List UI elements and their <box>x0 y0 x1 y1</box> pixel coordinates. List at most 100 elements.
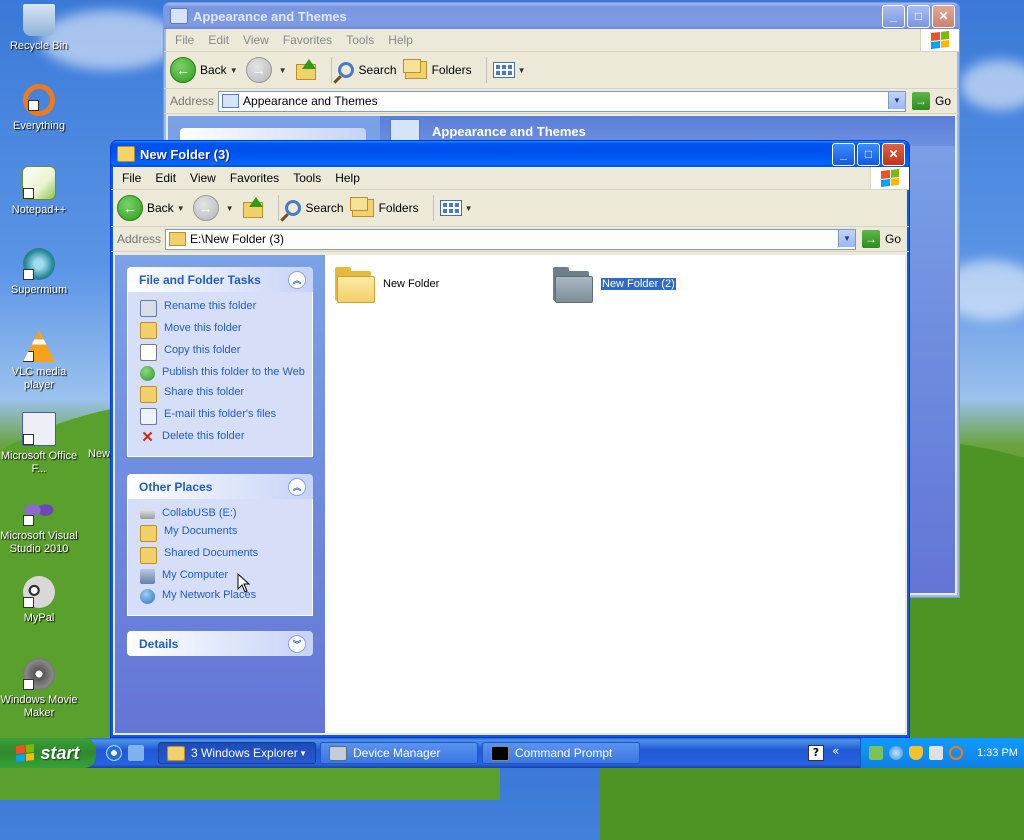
menu-edit[interactable]: Edit <box>201 33 236 47</box>
recycle-bin-shortcut[interactable]: Recycle Bin <box>0 4 78 53</box>
start-button[interactable]: start <box>0 738 96 768</box>
new-folder-3-window[interactable]: New Folder (3) _ □ ✕ File Edit View Favo… <box>110 140 910 738</box>
rename-folder-link[interactable]: Rename this folder <box>140 300 312 317</box>
menu-edit[interactable]: Edit <box>148 171 183 185</box>
my-documents-link[interactable]: My Documents <box>140 525 312 542</box>
publish-folder-link[interactable]: Publish this folder to the Web <box>140 366 312 381</box>
maximize-button[interactable]: □ <box>857 142 880 166</box>
show-desktop-icon[interactable] <box>128 745 144 761</box>
chevron-down-icon[interactable]: ▼ <box>226 204 234 213</box>
panel-header[interactable]: Other Places ︽ <box>127 474 313 499</box>
notepadpp-shortcut[interactable]: Notepad++ <box>0 166 78 217</box>
menu-file[interactable]: File <box>168 33 201 47</box>
share-folder-link[interactable]: Share this folder <box>140 386 312 403</box>
back-button[interactable]: ← Back ▼ <box>170 57 238 83</box>
maximize-button[interactable]: □ <box>907 4 930 28</box>
views-button[interactable]: ▼ <box>439 200 473 216</box>
security-shield-icon[interactable] <box>909 746 923 760</box>
move-folder-link[interactable]: Move this folder <box>140 322 312 339</box>
mypal-raccoon-icon <box>23 576 55 608</box>
back-arrow-icon: ← <box>170 57 196 83</box>
address-label: Address <box>170 94 215 108</box>
chevron-down-icon[interactable]: ▼ <box>279 66 287 75</box>
folders-button[interactable]: Folders <box>402 59 472 79</box>
windows-logo-icon <box>920 29 959 51</box>
toolbar-separator <box>485 57 487 83</box>
go-button[interactable]: → Go <box>911 92 951 110</box>
chevron-down-icon[interactable]: ▼ <box>887 91 905 109</box>
search-button[interactable]: Search <box>284 200 344 216</box>
forward-button[interactable]: → ▼ <box>245 57 287 83</box>
movie-maker-shortcut[interactable]: Windows Movie Maker <box>0 658 78 720</box>
network-globe-icon[interactable] <box>889 746 903 760</box>
menu-bar: File Edit View Favorites Tools Help <box>111 167 909 190</box>
delete-folder-link[interactable]: ✕ Delete this folder <box>140 430 312 445</box>
title-bar[interactable]: New Folder (3) _ □ ✕ <box>111 141 909 167</box>
minimize-button[interactable]: _ <box>832 142 855 166</box>
address-input[interactable]: E:\New Folder (3) ▼ <box>165 228 856 250</box>
chevron-down-icon[interactable]: ▼ <box>230 66 238 75</box>
search-button[interactable]: Search <box>337 62 397 78</box>
folders-button[interactable]: Folders <box>349 197 419 217</box>
expand-chevron-icon[interactable]: ︾ <box>288 635 306 653</box>
title-bar[interactable]: Appearance and Themes _ □ ✕ <box>164 3 959 29</box>
search-icon[interactable] <box>949 746 963 760</box>
forward-button[interactable]: → ▼ <box>192 195 234 221</box>
email-files-link[interactable]: E-mail this folder's files <box>140 408 312 425</box>
folder-item[interactable]: New Folder <box>335 267 439 303</box>
menu-view[interactable]: View <box>183 171 223 185</box>
chevron-down-icon[interactable]: ▼ <box>177 204 185 213</box>
menu-favorites[interactable]: Favorites <box>276 33 339 47</box>
menu-tools[interactable]: Tools <box>339 33 381 47</box>
my-computer-link[interactable]: My Computer <box>140 569 312 584</box>
chevron-down-icon: ▼ <box>517 65 526 75</box>
collapse-tray-icon[interactable]: « <box>832 744 839 758</box>
address-bar: Address Appearance and Themes ▼ → Go <box>164 89 959 114</box>
folder-icon <box>553 267 593 303</box>
shared-documents-link[interactable]: Shared Documents <box>140 547 312 564</box>
vlc-cone-icon <box>23 330 55 362</box>
up-folder-button[interactable] <box>295 59 317 81</box>
taskbar-device-manager[interactable]: Device Manager <box>320 742 478 764</box>
views-button[interactable]: ▼ <box>492 62 526 78</box>
network-status-icon[interactable] <box>869 746 883 760</box>
vlc-shortcut[interactable]: VLC media player <box>0 330 78 392</box>
menu-view[interactable]: View <box>236 33 276 47</box>
menu-help[interactable]: Help <box>381 33 420 47</box>
volume-icon[interactable] <box>929 746 943 760</box>
collabusb-drive-link[interactable]: CollabUSB (E:) <box>140 507 312 520</box>
menu-file[interactable]: File <box>115 171 148 185</box>
menu-help[interactable]: Help <box>328 171 367 185</box>
back-button[interactable]: ← Back ▼ <box>117 195 185 221</box>
everything-shortcut[interactable]: Everything <box>0 84 78 133</box>
link-label: Share this folder <box>164 386 245 398</box>
address-input[interactable]: Appearance and Themes ▼ <box>218 90 906 112</box>
minimize-button[interactable]: _ <box>882 4 905 28</box>
folder-content-view[interactable]: New Folder New Folder (2) <box>325 255 905 733</box>
up-folder-button[interactable] <box>242 197 264 219</box>
collapse-chevron-icon[interactable]: ︽ <box>288 478 306 496</box>
clock[interactable]: 1:33 PM <box>977 747 1018 759</box>
folder-item-selected[interactable]: New Folder (2) <box>553 267 677 303</box>
panel-header[interactable]: File and Folder Tasks ︽ <box>127 267 313 292</box>
menu-favorites[interactable]: Favorites <box>223 171 286 185</box>
collapse-chevron-icon[interactable]: ︽ <box>288 271 306 289</box>
panel-header[interactable]: Details ︾ <box>127 631 313 656</box>
go-button[interactable]: → Go <box>861 230 901 248</box>
office-shortcut[interactable]: Microsoft Office F... <box>0 412 78 476</box>
copy-folder-link[interactable]: Copy this folder <box>140 344 312 361</box>
windows-logo-icon <box>16 744 35 762</box>
mypal-shortcut[interactable]: MyPal <box>0 576 78 625</box>
chevron-down-icon[interactable]: ▼ <box>837 229 855 247</box>
taskbar-windows-explorer-group[interactable]: 3 Windows Explorer ▼ <box>158 742 316 764</box>
supermium-shortcut[interactable]: Supermium <box>0 248 78 297</box>
close-button[interactable]: ✕ <box>932 4 955 28</box>
menu-tools[interactable]: Tools <box>286 171 328 185</box>
visual-studio-shortcut[interactable]: Microsoft Visual Studio 2010 <box>0 494 78 556</box>
go-label: Go <box>884 232 901 246</box>
taskbar-command-prompt[interactable]: Command Prompt <box>482 742 640 764</box>
close-button[interactable]: ✕ <box>882 142 905 166</box>
help-icon[interactable]: ? <box>808 745 824 761</box>
internet-explorer-icon[interactable] <box>106 745 122 761</box>
my-network-places-link[interactable]: My Network Places <box>140 589 312 604</box>
